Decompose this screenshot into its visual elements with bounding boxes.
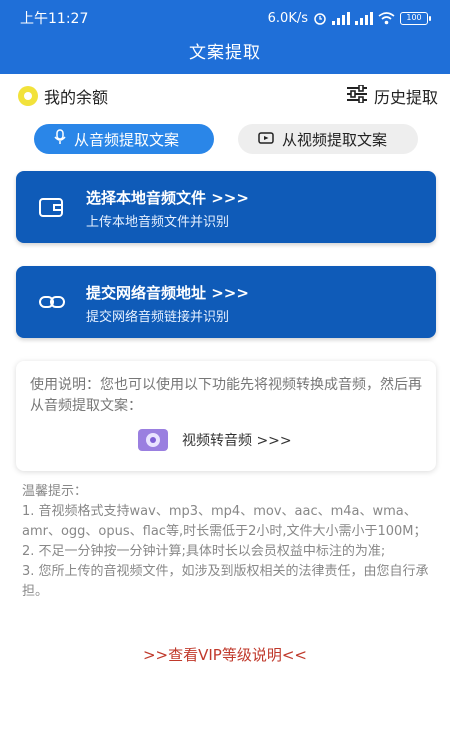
tab-video-label: 从视频提取文案 <box>282 130 388 149</box>
tab-audio[interactable]: 从音频提取文案 <box>34 124 214 154</box>
vip-level-link[interactable]: >>查看VIP等级说明<< <box>0 644 450 665</box>
history-button[interactable]: 历史提取 <box>346 84 438 108</box>
video-to-audio-link[interactable]: 视频转音频 >>> <box>138 427 292 453</box>
sliders-icon <box>346 84 368 107</box>
network-audio-subtitle: 提交网络音频链接并识别 <box>86 310 230 325</box>
local-audio-subtitle: 上传本地音频文件并识别 <box>86 215 230 230</box>
microphone-icon <box>54 129 66 149</box>
signal-icon <box>332 11 350 25</box>
wallet-icon <box>38 195 64 219</box>
balance-label: 我的余额 <box>44 88 109 107</box>
tab-video[interactable]: 从视频提取文案 <box>238 124 418 154</box>
tips-line: 3. 您所上传的音视频文件，如涉及到版权相关的法律责任，由您自行承担。 <box>22 564 429 599</box>
status-indicators: 6.0K/s 100 <box>267 10 431 26</box>
top-row: 我的余额 历史提取 <box>18 84 438 108</box>
video-icon <box>258 130 274 148</box>
usage-info-text: 使用说明：您也可以使用以下功能先将视频转换成音频，然后再从音频提取文案： <box>30 377 422 414</box>
video-to-audio-label: 视频转音频 >>> <box>182 433 292 449</box>
link-icon <box>38 290 65 314</box>
net-speed: 6.0K/s <box>267 10 308 26</box>
history-label: 历史提取 <box>373 88 438 107</box>
status-bar: 上午11:27 6.0K/s 100 <box>0 0 450 36</box>
tips-line: 2. 不足一分钟按一分钟计算;具体时长以会员权益中标注的为准; <box>22 544 386 559</box>
usage-info-box: 使用说明：您也可以使用以下功能先将视频转换成音频，然后再从音频提取文案： 视频转… <box>16 361 436 471</box>
source-tabs: 从音频提取文案 从视频提取文案 <box>34 124 418 154</box>
tab-audio-label: 从音频提取文案 <box>74 130 180 149</box>
network-audio-title: 提交网络音频地址 >>> <box>86 284 249 302</box>
tips-line: 1. 音视频格式支持wav、mp3、mp4、mov、aac、m4a、wma、am… <box>22 504 427 539</box>
alarm-icon <box>313 11 327 25</box>
app-header: 上午11:27 6.0K/s 100 文案提取 <box>0 0 450 74</box>
local-audio-title: 选择本地音频文件 >>> <box>86 189 249 207</box>
status-time: 上午11:27 <box>20 11 89 27</box>
signal-hd-icon <box>355 11 373 25</box>
local-audio-card[interactable]: 选择本地音频文件 >>> 上传本地音频文件并识别 <box>16 171 436 243</box>
tips-section: 温馨提示： 1. 音视频格式支持wav、mp3、mp4、mov、aac、m4a、… <box>22 482 436 602</box>
my-balance-button[interactable]: 我的余额 <box>18 84 108 108</box>
page-title: 文案提取 <box>189 43 261 63</box>
video-convert-icon <box>138 429 168 451</box>
battery-icon: 100 <box>400 11 431 25</box>
coin-icon <box>18 86 38 106</box>
wifi-icon <box>378 11 395 25</box>
tips-title: 温馨提示： <box>22 484 88 499</box>
network-audio-card[interactable]: 提交网络音频地址 >>> 提交网络音频链接并识别 <box>16 266 436 338</box>
